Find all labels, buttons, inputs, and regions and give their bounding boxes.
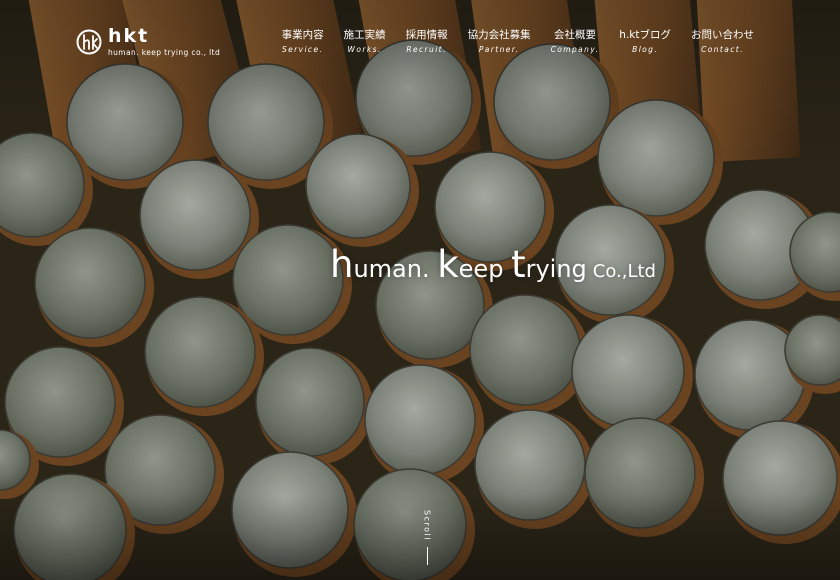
nav-sublabel: Contact.	[701, 44, 744, 54]
nav-sublabel: Company.	[550, 44, 600, 54]
scroll-label: Scroll	[422, 510, 432, 541]
rebar-photo	[0, 0, 840, 580]
nav-label: 協力会社募集	[467, 29, 531, 41]
scroll-line	[426, 546, 428, 565]
nav-label: 会社概要	[553, 29, 596, 41]
tagline-initial-t: t	[511, 243, 526, 286]
nav-label: 事業内容	[281, 29, 324, 41]
tagline-initial-k: k	[437, 243, 459, 286]
nav-label: お問い合わせ	[691, 29, 754, 41]
nav-item-works[interactable]: 施工実績 Works.	[334, 30, 396, 54]
brand-name: hkt	[108, 25, 150, 47]
nav-label: h.ktブログ	[619, 29, 671, 41]
tagline-word-trying: rying	[525, 255, 587, 283]
nav-item-service[interactable]: 事業内容 Service.	[272, 30, 334, 54]
nav-item-partner[interactable]: 協力会社募集 Partner.	[458, 30, 541, 54]
tagline-word-human: uman.	[353, 255, 438, 283]
nav-item-recruit[interactable]: 採用情報 Recruit.	[396, 30, 458, 54]
tagline-company: Co.,Ltd	[592, 261, 656, 282]
nav-label: 施工実績	[343, 29, 386, 41]
hero-tagline: human. keep trying Co.,Ltd	[330, 246, 656, 283]
nav-sublabel: Partner.	[478, 44, 520, 54]
nav-item-contact[interactable]: お問い合わせ Contact.	[681, 30, 764, 54]
tagline-word-keep: eep	[458, 255, 512, 283]
site-logo[interactable]: hkt human. keep trying co., ltd	[76, 27, 220, 57]
nav-item-company[interactable]: 会社概要 Company.	[541, 30, 610, 54]
main-nav: 事業内容 Service. 施工実績 Works. 採用情報 Recruit. …	[272, 30, 764, 54]
hero-background	[0, 0, 840, 580]
nav-item-blog[interactable]: h.ktブログ Blog.	[609, 30, 681, 54]
brand-subtitle: human. keep trying co., ltd	[108, 48, 221, 57]
nav-sublabel: Blog.	[632, 44, 659, 54]
tagline-initial-h: h	[330, 243, 354, 286]
nav-sublabel: Recruit.	[406, 44, 447, 54]
nav-sublabel: Service.	[281, 44, 324, 54]
nav-sublabel: Works.	[347, 44, 382, 54]
hkt-logo-mark-icon	[76, 29, 102, 55]
scroll-indicator[interactable]: Scroll	[420, 510, 434, 574]
nav-label: 採用情報	[405, 29, 448, 41]
